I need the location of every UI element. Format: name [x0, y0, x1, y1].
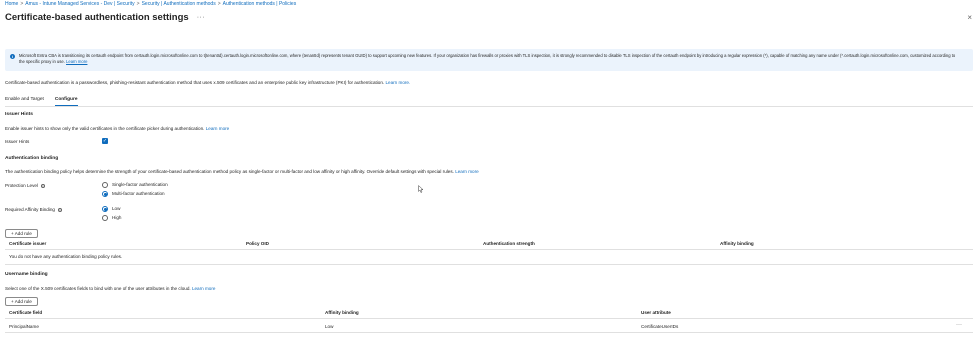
section-divider: [5, 264, 973, 265]
column-policy-oid: Policy OID: [246, 241, 269, 246]
username-binding-desc-text: Select one of the X.509 certificates fie…: [5, 286, 191, 291]
table-row-divider: [5, 332, 973, 333]
column-user-attribute: User attribute: [641, 310, 671, 315]
breadcrumb-separator: >: [136, 1, 140, 7]
breadcrumb-separator: >: [217, 1, 221, 7]
protection-level-text: Protection Level: [5, 183, 38, 188]
issuer-hints-learn-more-link[interactable]: Learn more: [206, 126, 230, 131]
close-icon[interactable]: ×: [967, 13, 972, 22]
breadcrumb-security[interactable]: Security | Authentication methods: [142, 1, 216, 7]
radio-single-factor[interactable]: [102, 182, 108, 188]
table-header-divider: [5, 249, 973, 250]
column-certificate-issuer: Certificate issuer: [9, 241, 47, 246]
breadcrumb-separator: >: [20, 1, 24, 7]
radio-multi-factor[interactable]: [102, 191, 108, 197]
column-certificate-field: Certificate field: [9, 310, 43, 315]
issuer-hints-desc-text: Enable issuer hints to show only the val…: [5, 126, 205, 131]
info-icon[interactable]: i: [40, 183, 45, 188]
add-username-binding-rule-button[interactable]: + Add rule: [5, 297, 38, 306]
low-label: Low: [112, 206, 121, 211]
info-icon: i: [10, 54, 15, 59]
column-authentication-strength: Authentication strength: [483, 241, 535, 246]
auth-binding-desc-text: The authentication binding policy helps …: [5, 169, 454, 174]
info-icon[interactable]: i: [57, 207, 62, 212]
tab-configure[interactable]: Configure: [54, 97, 78, 106]
username-binding-description: Select one of the X.509 certificates fie…: [5, 286, 215, 291]
single-factor-label: Single-factor authentication: [112, 182, 168, 187]
tab-enable-and-target[interactable]: Enable and Target: [5, 97, 44, 106]
auth-binding-description: The authentication binding policy helps …: [5, 169, 479, 174]
description-learn-more-link[interactable]: Learn more.: [385, 80, 410, 85]
banner-text: Microsoft Entra CBA is transitioning its…: [19, 53, 959, 64]
affinity-binding-text: Required Affinity Binding: [5, 207, 55, 212]
tab-divider: [5, 106, 973, 107]
column-affinity-binding: Affinity binding: [720, 241, 754, 246]
auth-binding-learn-more-link[interactable]: Learn more: [455, 169, 479, 174]
more-options-icon[interactable]: ···: [197, 14, 206, 21]
issuer-hints-label: Issuer Hints: [5, 139, 30, 144]
description-text: Certificate-based authentication is a pa…: [5, 80, 385, 85]
column-affinity-binding: Affinity binding: [325, 310, 359, 315]
add-auth-binding-rule-button[interactable]: + Add rule: [5, 229, 38, 238]
row-certificate-field[interactable]: PrincipalName: [9, 324, 39, 329]
title-row: Certificate-based authentication setting…: [5, 12, 205, 23]
table-header-divider: [5, 318, 973, 319]
row-affinity-binding: Low: [325, 324, 334, 329]
mouse-cursor-icon: [418, 185, 424, 193]
breadcrumb-policies[interactable]: Authentication methods | Policies: [223, 1, 297, 7]
high-label: High: [112, 215, 122, 220]
username-binding-learn-more-link[interactable]: Learn more: [192, 286, 216, 291]
row-user-attribute: CertificateUserIDs: [641, 324, 679, 329]
radio-high[interactable]: [102, 215, 108, 221]
radio-low[interactable]: [102, 206, 108, 212]
issuer-hints-checkbox[interactable]: ✓: [102, 138, 108, 144]
username-binding-title: Username binding: [5, 272, 48, 277]
breadcrumb-tenant[interactable]: Amus - Intune Managed Services - Dev | S…: [25, 1, 134, 7]
page-title: Certificate-based authentication setting…: [5, 12, 189, 23]
banner-learn-more-link[interactable]: Learn more: [66, 59, 87, 64]
affinity-binding-label: Required Affinity Binding i: [5, 207, 62, 212]
breadcrumb: Home > Amus - Intune Managed Services - De…: [5, 1, 296, 7]
multi-factor-label: Multi-factor authentication: [112, 191, 165, 196]
issuer-hints-description: Enable issuer hints to show only the val…: [5, 126, 229, 131]
banner-message: Microsoft Entra CBA is transitioning its…: [19, 53, 956, 64]
breadcrumb-home[interactable]: Home: [5, 1, 18, 7]
auth-binding-empty-message: You do not have any authentication bindi…: [9, 254, 123, 259]
row-more-options-icon[interactable]: ···: [956, 322, 962, 328]
protection-level-label: Protection Level i: [5, 183, 45, 188]
auth-binding-title: Authentication binding: [5, 156, 59, 161]
tab-bar: Enable and Target Configure: [5, 97, 78, 106]
info-banner: i Microsoft Entra CBA is transitioning i…: [5, 49, 973, 71]
page-description: Certificate-based authentication is a pa…: [5, 80, 410, 85]
issuer-hints-title: Issuer Hints: [5, 112, 33, 117]
